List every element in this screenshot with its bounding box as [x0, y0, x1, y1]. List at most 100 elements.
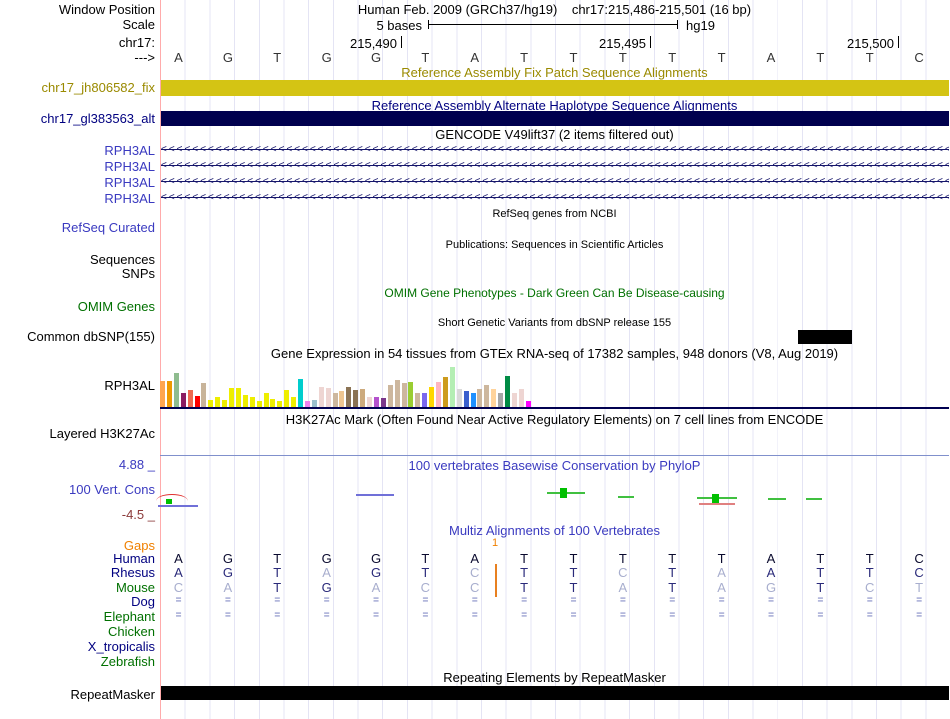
- multiz-base[interactable]: G: [367, 551, 385, 566]
- gtex-expression-bar[interactable]: [456, 389, 462, 407]
- multiz-base[interactable]: T: [811, 551, 829, 566]
- multiz-base[interactable]: C: [910, 551, 928, 566]
- multiz-base[interactable]: T: [565, 580, 583, 595]
- multiz-base[interactable]: A: [713, 565, 731, 580]
- gencode-gene-arrows[interactable]: <<<<<<<<<<<<<<<<<<<<<<<<<<<<<<<<<<<<<<<<…: [161, 160, 949, 172]
- gtex-expression-bar[interactable]: [173, 373, 179, 407]
- gtex-expression-bar[interactable]: [360, 389, 366, 407]
- multiz-base[interactable]: A: [367, 580, 385, 595]
- gtex-expression-bar[interactable]: [325, 388, 331, 407]
- dbsnp-variant-box[interactable]: [798, 330, 852, 344]
- gtex-expression-bar[interactable]: [235, 388, 241, 407]
- multiz-base[interactable]: G: [219, 551, 237, 566]
- gtex-expression-bar[interactable]: [415, 393, 421, 407]
- conservation-mark[interactable]: [618, 496, 634, 498]
- gtex-expression-bar[interactable]: [484, 385, 490, 407]
- conservation-mark[interactable]: [158, 505, 198, 507]
- multiz-base[interactable]: T: [565, 565, 583, 580]
- sequence-base[interactable]: G: [318, 50, 336, 65]
- multiz-base[interactable]: C: [170, 580, 188, 595]
- repeatmasker-bar[interactable]: [161, 686, 949, 700]
- sequence-base[interactable]: T: [663, 50, 681, 65]
- multiz-base[interactable]: T: [565, 551, 583, 566]
- gtex-expression-bar[interactable]: [339, 391, 345, 407]
- gtex-expression-bar[interactable]: [222, 400, 228, 407]
- multiz-species-label-chicken[interactable]: Chicken: [0, 624, 155, 639]
- conservation-mark[interactable]: [806, 498, 822, 500]
- gtex-expression-bar[interactable]: [208, 400, 214, 407]
- gtex-expression-bar[interactable]: [429, 387, 435, 407]
- gtex-expression-bar[interactable]: [511, 393, 517, 407]
- gtex-expression-bar[interactable]: [256, 401, 262, 407]
- gtex-expression-bar[interactable]: [215, 397, 221, 407]
- h3k27ac-label[interactable]: Layered H3K27Ac: [0, 427, 155, 441]
- gtex-expression-bar[interactable]: [332, 393, 338, 407]
- gtex-expression-bar[interactable]: [304, 401, 310, 407]
- multiz-base[interactable]: T: [614, 551, 632, 566]
- multiz-base[interactable]: A: [466, 551, 484, 566]
- dbsnp-label[interactable]: Common dbSNP(155): [0, 330, 155, 344]
- multiz-base[interactable]: G: [762, 580, 780, 595]
- multiz-base[interactable]: T: [515, 551, 533, 566]
- sequence-base[interactable]: A: [762, 50, 780, 65]
- multiz-base[interactable]: A: [713, 580, 731, 595]
- multiz-base[interactable]: T: [416, 565, 434, 580]
- conservation-mark[interactable]: [712, 494, 719, 503]
- multiz-base[interactable]: G: [219, 565, 237, 580]
- conservation-mark[interactable]: [560, 488, 567, 498]
- gtex-expression-bar[interactable]: [463, 391, 469, 407]
- gtex-expression-bar[interactable]: [277, 401, 283, 407]
- sequence-base[interactable]: T: [515, 50, 533, 65]
- gencode-gene-arrows[interactable]: <<<<<<<<<<<<<<<<<<<<<<<<<<<<<<<<<<<<<<<<…: [161, 144, 949, 156]
- gtex-expression-bar[interactable]: [229, 388, 234, 407]
- gtex-expression-bar[interactable]: [242, 395, 248, 407]
- multiz-base[interactable]: T: [811, 580, 829, 595]
- multiz-base[interactable]: C: [861, 580, 879, 595]
- gtex-expression-bar[interactable]: [505, 376, 510, 407]
- sequence-base[interactable]: T: [268, 50, 286, 65]
- multiz-base[interactable]: T: [515, 565, 533, 580]
- gencode-gene-label[interactable]: RPH3AL: [0, 159, 155, 174]
- multiz-base[interactable]: C: [614, 565, 632, 580]
- gtex-expression-bar[interactable]: [318, 387, 324, 407]
- gencode-gene-label[interactable]: RPH3AL: [0, 191, 155, 206]
- gtex-expression-bar[interactable]: [298, 379, 303, 407]
- gtex-expression-bar[interactable]: [401, 383, 407, 407]
- multiz-base[interactable]: C: [466, 565, 484, 580]
- sequence-base[interactable]: C: [910, 50, 928, 65]
- multiz-base[interactable]: T: [663, 565, 681, 580]
- gencode-gene-label[interactable]: RPH3AL: [0, 175, 155, 190]
- multiz-species-label-dog[interactable]: Dog: [0, 594, 155, 609]
- multiz-base[interactable]: A: [762, 551, 780, 566]
- sequence-base[interactable]: G: [367, 50, 385, 65]
- gtex-expression-bar[interactable]: [449, 367, 455, 407]
- multiz-base[interactable]: G: [318, 551, 336, 566]
- sequence-base[interactable]: T: [614, 50, 632, 65]
- sequence-base[interactable]: A: [466, 50, 484, 65]
- gtex-expression-bar[interactable]: [249, 397, 255, 407]
- gtex-expression-bar[interactable]: [166, 381, 172, 407]
- multiz-base[interactable]: C: [466, 580, 484, 595]
- gtex-expression-bar[interactable]: [394, 380, 400, 407]
- multiz-base[interactable]: A: [762, 565, 780, 580]
- gtex-expression-bar[interactable]: [180, 393, 186, 407]
- multiz-base[interactable]: A: [318, 565, 336, 580]
- multiz-species-label-mouse[interactable]: Mouse: [0, 580, 155, 595]
- multiz-base[interactable]: T: [663, 580, 681, 595]
- alt-haplotype-label[interactable]: chr17_gl383563_alt: [0, 112, 155, 126]
- multiz-species-label-elephant[interactable]: Elephant: [0, 609, 155, 624]
- sequence-base[interactable]: A: [170, 50, 188, 65]
- gtex-expression-bar[interactable]: [491, 389, 497, 407]
- gtex-expression-bar[interactable]: [187, 390, 193, 407]
- gtex-expression-bar[interactable]: [346, 387, 352, 407]
- gtex-expression-bar[interactable]: [367, 397, 372, 407]
- gtex-expression-bar[interactable]: [284, 390, 290, 407]
- gtex-expression-bar[interactable]: [311, 400, 317, 407]
- gtex-expression-bar[interactable]: [498, 393, 504, 407]
- sequence-base[interactable]: T: [565, 50, 583, 65]
- gencode-gene-arrows[interactable]: <<<<<<<<<<<<<<<<<<<<<<<<<<<<<<<<<<<<<<<<…: [161, 192, 949, 204]
- gtex-expression-bar[interactable]: [194, 396, 200, 407]
- gtex-expression-bar[interactable]: [408, 382, 414, 407]
- fix-patch-bar[interactable]: [161, 80, 949, 96]
- conservation-label[interactable]: 100 Vert. Cons: [0, 483, 155, 497]
